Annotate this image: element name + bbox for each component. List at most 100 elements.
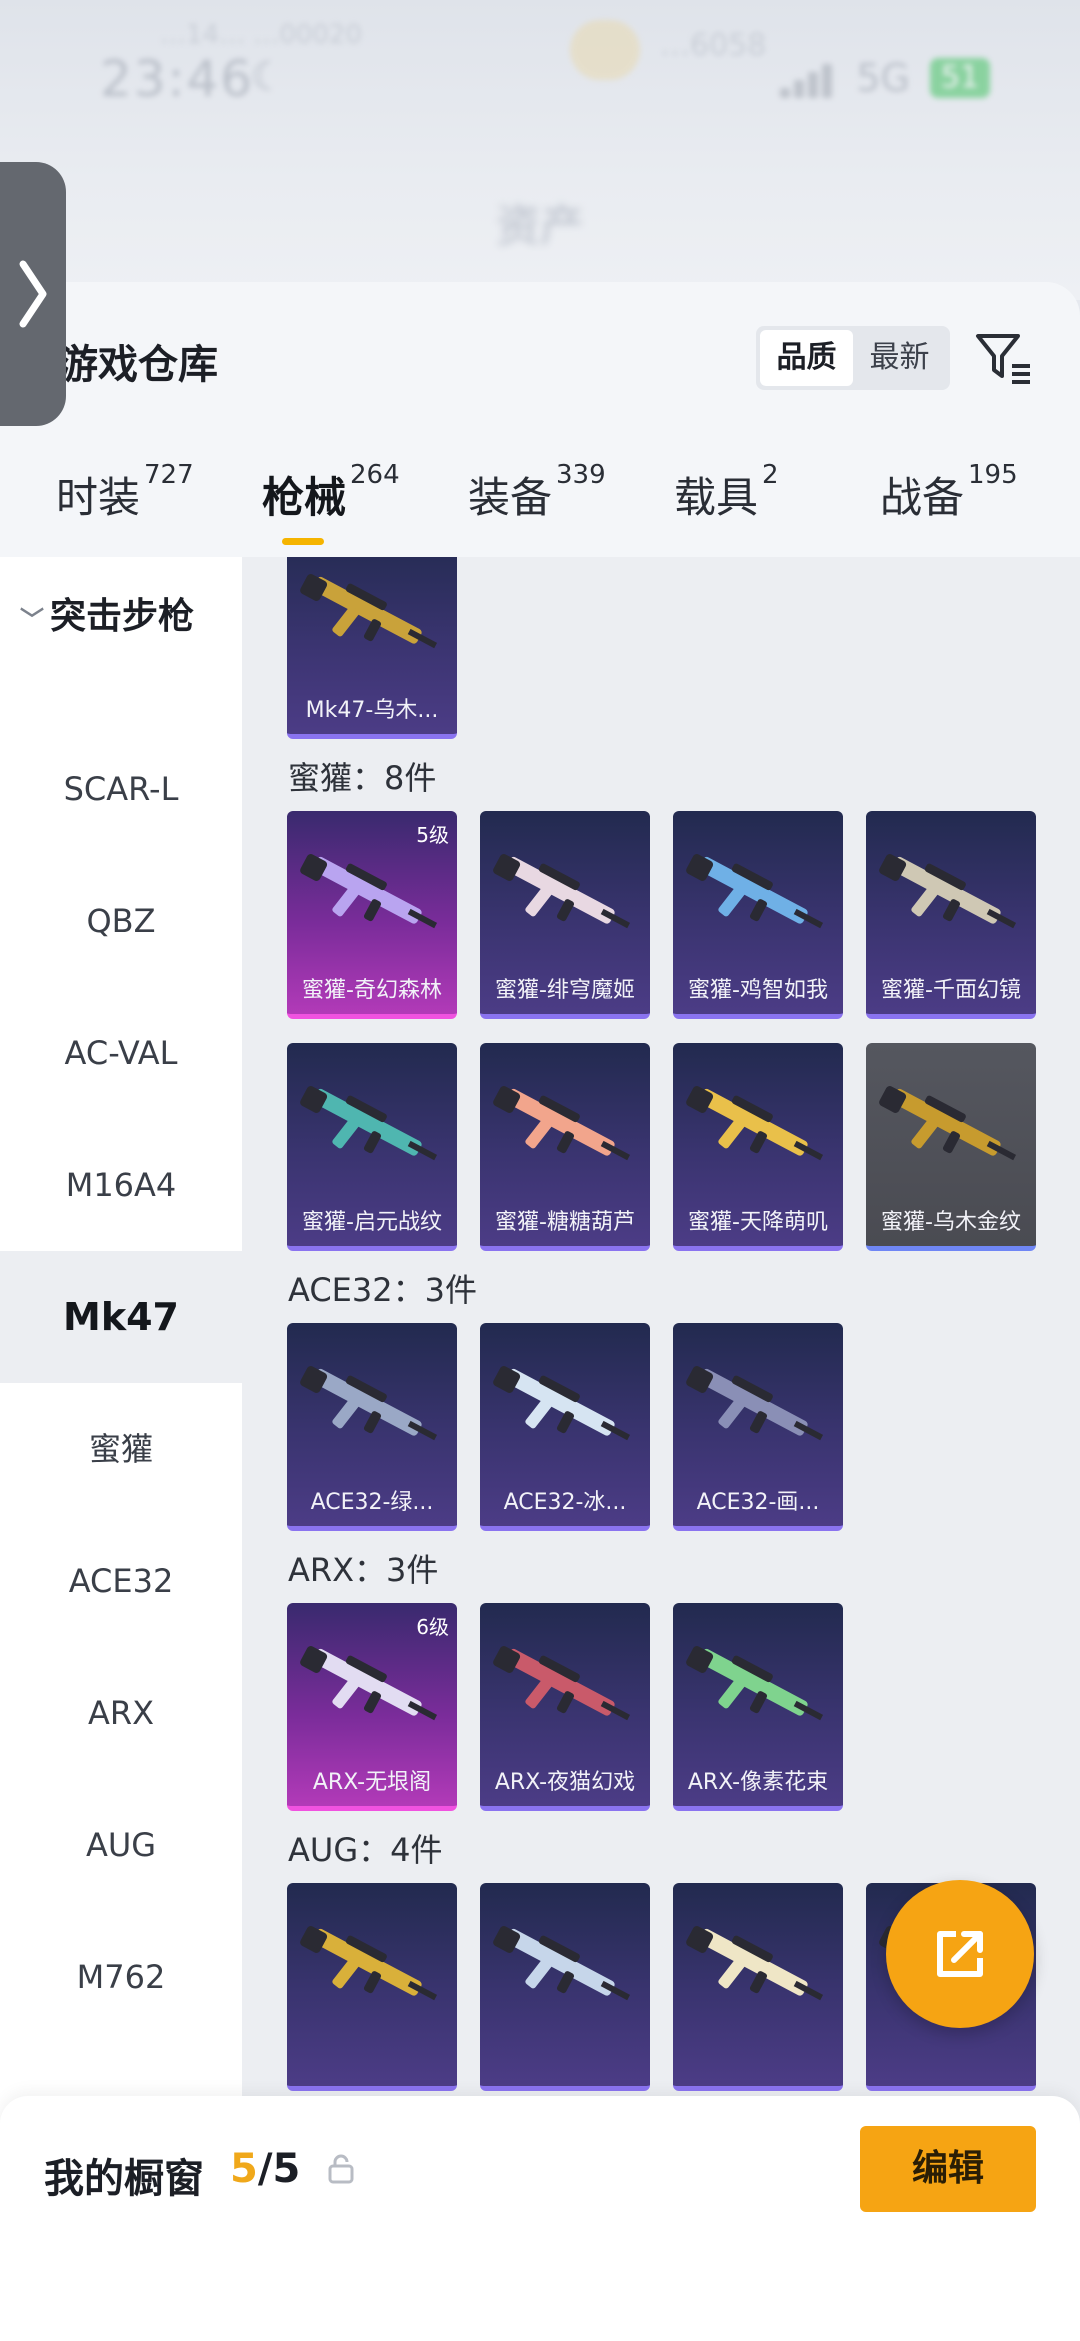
skin-card[interactable]: ACE32-绿... [287,1323,457,1531]
tab-count: 264 [350,460,400,490]
sort-quality-button[interactable]: 品质 [760,330,853,386]
skin-card[interactable]: 蜜獾-绯穹魔姬 [480,811,650,1019]
tab-label: 时装 [56,473,141,522]
category-item-aug[interactable]: AUG [0,1779,242,1911]
rifle-icon [686,1366,824,1441]
category-group-assault-rifles[interactable]: ﹀ 突击步枪 [20,567,194,667]
skin-card[interactable]: ARX-像素花束 [673,1603,843,1811]
skin-card[interactable]: 蜜獾-乌木金纹 [866,1043,1036,1251]
tab-label: 载具 [674,473,759,522]
tab-active-indicator [282,538,324,545]
category-item-ace32[interactable]: ACE32 [0,1515,242,1647]
rifle-icon [493,1926,631,2001]
skin-level: 6级 [416,1615,449,1639]
skin-name: 蜜獾-天降萌叽 [688,1210,828,1235]
tab-equipment[interactable]: 装备 339 [468,460,606,564]
filter-icon [976,334,1030,384]
section-title: ARX：3件 [288,1551,439,1589]
tab-firearms[interactable]: 枪械 264 [262,460,400,564]
skin-card[interactable]: 蜜獾-启元战纹 [287,1043,457,1251]
showcase-label: 我的橱窗 [44,2156,204,2202]
category-group-label: 突击步枪 [50,596,195,637]
tab-fashion[interactable]: 时装 727 [56,460,194,564]
showcase-bar: 我的橱窗 5/5 编辑 [0,2096,1080,2341]
rifle-icon [493,854,631,929]
rifle-icon [300,574,438,649]
skin-name: ARX-无垠阁 [312,1770,432,1795]
tab-label: 枪械 [262,473,347,522]
sheet-title: 游戏仓库 [58,342,218,388]
category-item-m16a4[interactable]: M16A4 [0,1119,242,1251]
tab-vehicles[interactable]: 载具 2 [674,460,779,564]
weapon-category-list: ﹀ 突击步枪 SCAR-L QBZ AC-VAL M16A4 Mk47 蜜獾 AC… [0,557,242,2257]
skin-name: 蜜獾-奇幻森林 [302,978,442,1003]
moon-icon: ☾ [250,54,286,100]
battery-icon: 51 [930,58,990,98]
skin-level: 5级 [416,823,449,847]
chevron-right-icon [19,260,47,328]
rifle-icon [493,1086,631,1161]
share-icon [937,1931,983,1977]
avatar [570,20,640,80]
tab-count: 195 [968,460,1018,490]
skin-card[interactable]: ARX-夜猫幻戏 [480,1603,650,1811]
skin-card[interactable]: 蜜獾-糖糖葫芦 [480,1043,650,1251]
rifle-icon [300,1366,438,1441]
skin-card[interactable] [480,1883,650,2091]
rifle-icon [686,1926,824,2001]
skin-card[interactable]: ACE32-画... [673,1323,843,1531]
rifle-icon [300,1086,438,1161]
skin-card[interactable] [287,1883,457,2091]
skin-name: 蜜獾-鸡智如我 [688,978,828,1003]
tab-label: 装备 [468,473,553,522]
rifle-icon [300,1646,438,1721]
category-item-honey-badger[interactable]: 蜜獾 [0,1383,242,1515]
skin-name: 蜜獾-乌木金纹 [881,1210,1021,1235]
skin-card[interactable] [673,1883,843,2091]
skin-name: ACE32-画... [696,1490,820,1515]
skin-card[interactable]: ACE32-冰... [480,1323,650,1531]
category-item-arx[interactable]: ARX [0,1647,242,1779]
skin-card[interactable]: 5级蜜獾-奇幻森林 [287,811,457,1019]
rifle-icon [686,1086,824,1161]
tab-gear[interactable]: 战备 195 [880,460,1018,564]
category-item-qbz[interactable]: QBZ [0,855,242,987]
skin-card[interactable]: 6级 ARX-无垠阁 [287,1603,457,1811]
skin-name: 蜜獾-启元战纹 [302,1210,442,1235]
section-title: 蜜獾：8件 [288,759,437,797]
filter-button[interactable] [972,326,1036,390]
category-item-scar-l[interactable]: SCAR-L [0,723,242,855]
tab-count: 727 [144,460,194,490]
rifle-icon [879,1086,1017,1161]
tab-count: 2 [762,460,779,490]
rifle-icon [300,1926,438,2001]
skin-name: ARX-夜猫幻戏 [494,1770,636,1795]
chevron-down-icon: ﹀ [20,606,44,634]
status-ghost-right: …6058 [660,28,767,63]
section-title: AUG：4件 [288,1831,443,1869]
drawer-handle[interactable] [0,162,66,426]
category-item-m762[interactable]: M762 [0,1911,242,2043]
skin-name: 蜜獾-绯穹魔姬 [495,978,635,1003]
skin-grid: Mk47-乌木... 蜜獾：8件 5级 蜜獾-奇幻森林 蜜獾-绯穹魔姬 蜜獾-鸡智如我 蜜獾… [242,557,1080,2341]
skin-name: ACE32-绿... [310,1490,434,1515]
skin-card[interactable]: 蜜獾-千面幻镜 [866,811,1036,1019]
category-tabs: 时装 727 枪械 264 装备 339 载具 2 战备 195 [0,460,1080,564]
rifle-icon [686,854,824,929]
section-title: ACE32：3件 [288,1271,477,1309]
sort-newest-button[interactable]: 最新 [853,330,946,386]
tab-label: 战备 [880,473,965,522]
category-item-mk47[interactable]: Mk47 [0,1251,242,1383]
header-backdrop: …14… …00020 23:46 ☾ …6058 5G 51 资产 [0,0,1080,300]
status-bar: …14… …00020 23:46 ☾ …6058 5G 51 [100,20,990,110]
skin-card[interactable]: 蜜獾-鸡智如我 [673,811,843,1019]
share-button[interactable] [886,1880,1034,2028]
rifle-icon [879,854,1017,929]
category-item-ac-val[interactable]: AC-VAL [0,987,242,1119]
edit-button[interactable]: 编辑 [860,2126,1036,2212]
skin-name: ARX-像素花束 [687,1770,829,1795]
rifle-icon [493,1366,631,1441]
skin-card[interactable]: Mk47-乌木... [287,557,457,739]
page-title: 资产 [496,201,584,252]
skin-card[interactable]: 蜜獾-天降萌叽 [673,1043,843,1251]
